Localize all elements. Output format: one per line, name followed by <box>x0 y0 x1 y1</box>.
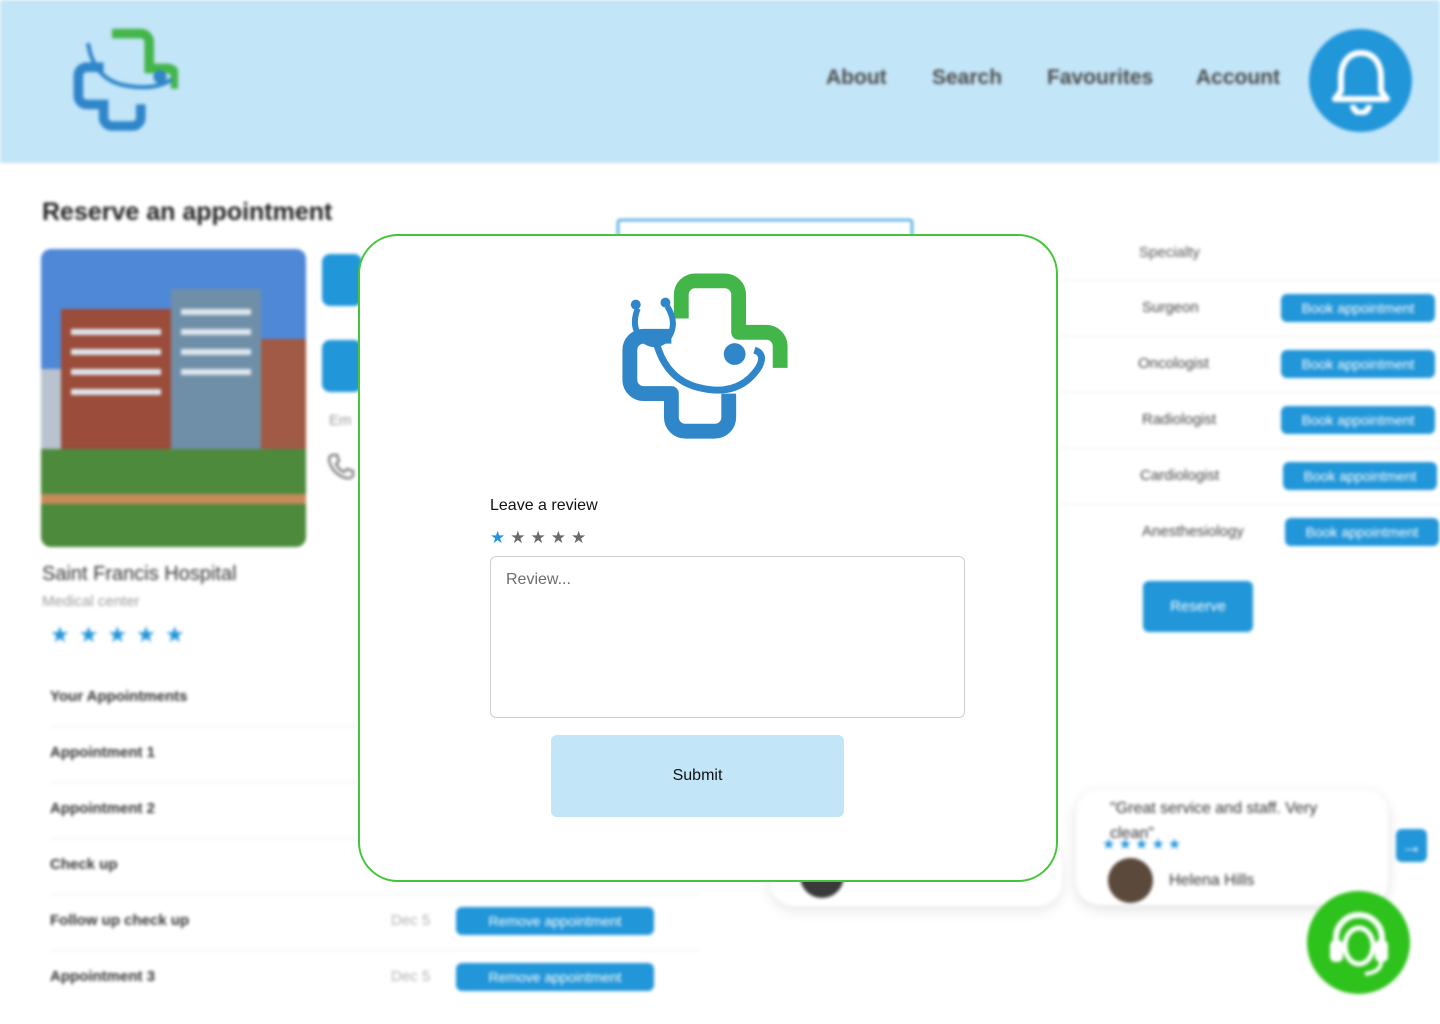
specialty-label: Radiologist <box>1142 411 1217 428</box>
top-header: About Search Favourites Account <box>0 0 1440 163</box>
bell-icon <box>1332 50 1390 115</box>
submit-button[interactable]: Submit <box>551 735 844 817</box>
action-tile-2[interactable] <box>322 340 362 392</box>
specialty-label: Surgeon <box>1142 299 1199 316</box>
nav-account[interactable]: Account <box>1196 66 1280 90</box>
testimonial-card: "Great service and staff. Very clean" ★★… <box>1076 790 1388 905</box>
book-appointment-button[interactable]: Book appointment <box>1281 350 1435 378</box>
testimonial-stars: ★★★★★ <box>1102 836 1185 853</box>
table-row: Cardiologist Book appointment <box>1060 448 1440 505</box>
appointment-date: Dec 5 <box>391 912 431 929</box>
specialty-header-row <box>1060 224 1440 281</box>
action-tile-1[interactable] <box>322 254 362 306</box>
nav-favourites[interactable]: Favourites <box>1047 66 1153 90</box>
notifications-button[interactable] <box>1309 29 1412 132</box>
hospital-name: Saint Francis Hospital <box>42 563 237 585</box>
headset-icon <box>1330 912 1388 976</box>
table-row: Follow up check up Dec 5 Remove appointm… <box>50 894 700 951</box>
avatar <box>1108 858 1153 903</box>
table-row: Surgeon Book appointment <box>1060 280 1440 337</box>
reserve-button[interactable]: Reserve <box>1143 581 1253 632</box>
star-icon[interactable]: ★ <box>510 529 525 547</box>
nav-search[interactable]: Search <box>932 66 1002 90</box>
hospital-photo <box>41 249 306 547</box>
appointment-label: Follow up check up <box>50 912 190 929</box>
book-appointment-button[interactable]: Book appointment <box>1283 462 1437 490</box>
book-appointment-button[interactable]: Book appointment <box>1285 518 1439 546</box>
hospital-type: Medical center <box>42 593 140 610</box>
specialty-label: Oncologist <box>1138 355 1209 372</box>
star-icon[interactable]: ★ <box>551 529 566 547</box>
leave-review-label: Leave a review <box>490 497 598 514</box>
arrow-right-icon[interactable]: → <box>1396 829 1427 862</box>
book-appointment-button[interactable]: Book appointment <box>1281 294 1435 322</box>
appointment-label: Appointment 1 <box>50 744 155 761</box>
review-input[interactable] <box>490 556 965 718</box>
logo-icon[interactable] <box>70 25 178 131</box>
star-icon[interactable]: ★ <box>531 529 546 547</box>
table-row: Anesthesiology Book appointment <box>1060 504 1440 560</box>
phone-icon <box>327 454 354 480</box>
star-icon[interactable]: ★ <box>490 529 505 547</box>
rating-stars[interactable]: ★ ★ ★ ★ ★ <box>490 529 586 547</box>
star-icon[interactable]: ★ <box>571 529 586 547</box>
email-label: Em <box>329 412 352 429</box>
support-button[interactable] <box>1307 891 1410 994</box>
appointment-label: Appointment 3 <box>50 968 155 985</box>
table-row: Oncologist Book appointment <box>1060 336 1440 393</box>
logo-icon <box>622 273 788 439</box>
table-row: Appointment 3 Dec 5 Remove appointment <box>50 950 700 1006</box>
review-modal: Leave a review ★ ★ ★ ★ ★ Submit <box>358 234 1058 882</box>
specialty-label: Cardiologist <box>1140 467 1220 484</box>
specialty-label: Anesthesiology <box>1142 523 1244 540</box>
remove-appointment-button[interactable]: Remove appointment <box>456 907 654 935</box>
testimonial-author: Helena Hills <box>1169 872 1255 889</box>
nav-about[interactable]: About <box>826 66 887 90</box>
table-row: Radiologist Book appointment <box>1060 392 1440 449</box>
hospital-rating-stars: ★★★★★ <box>50 622 194 647</box>
appointment-date: Dec 5 <box>391 968 431 985</box>
appointments-header: Your Appointments <box>50 688 188 705</box>
appointment-label: Appointment 2 <box>50 800 155 817</box>
page-title: Reserve an appointment <box>42 198 333 226</box>
book-appointment-button[interactable]: Book appointment <box>1281 406 1435 434</box>
remove-appointment-button[interactable]: Remove appointment <box>456 963 654 991</box>
appointment-label: Check up <box>50 856 118 873</box>
